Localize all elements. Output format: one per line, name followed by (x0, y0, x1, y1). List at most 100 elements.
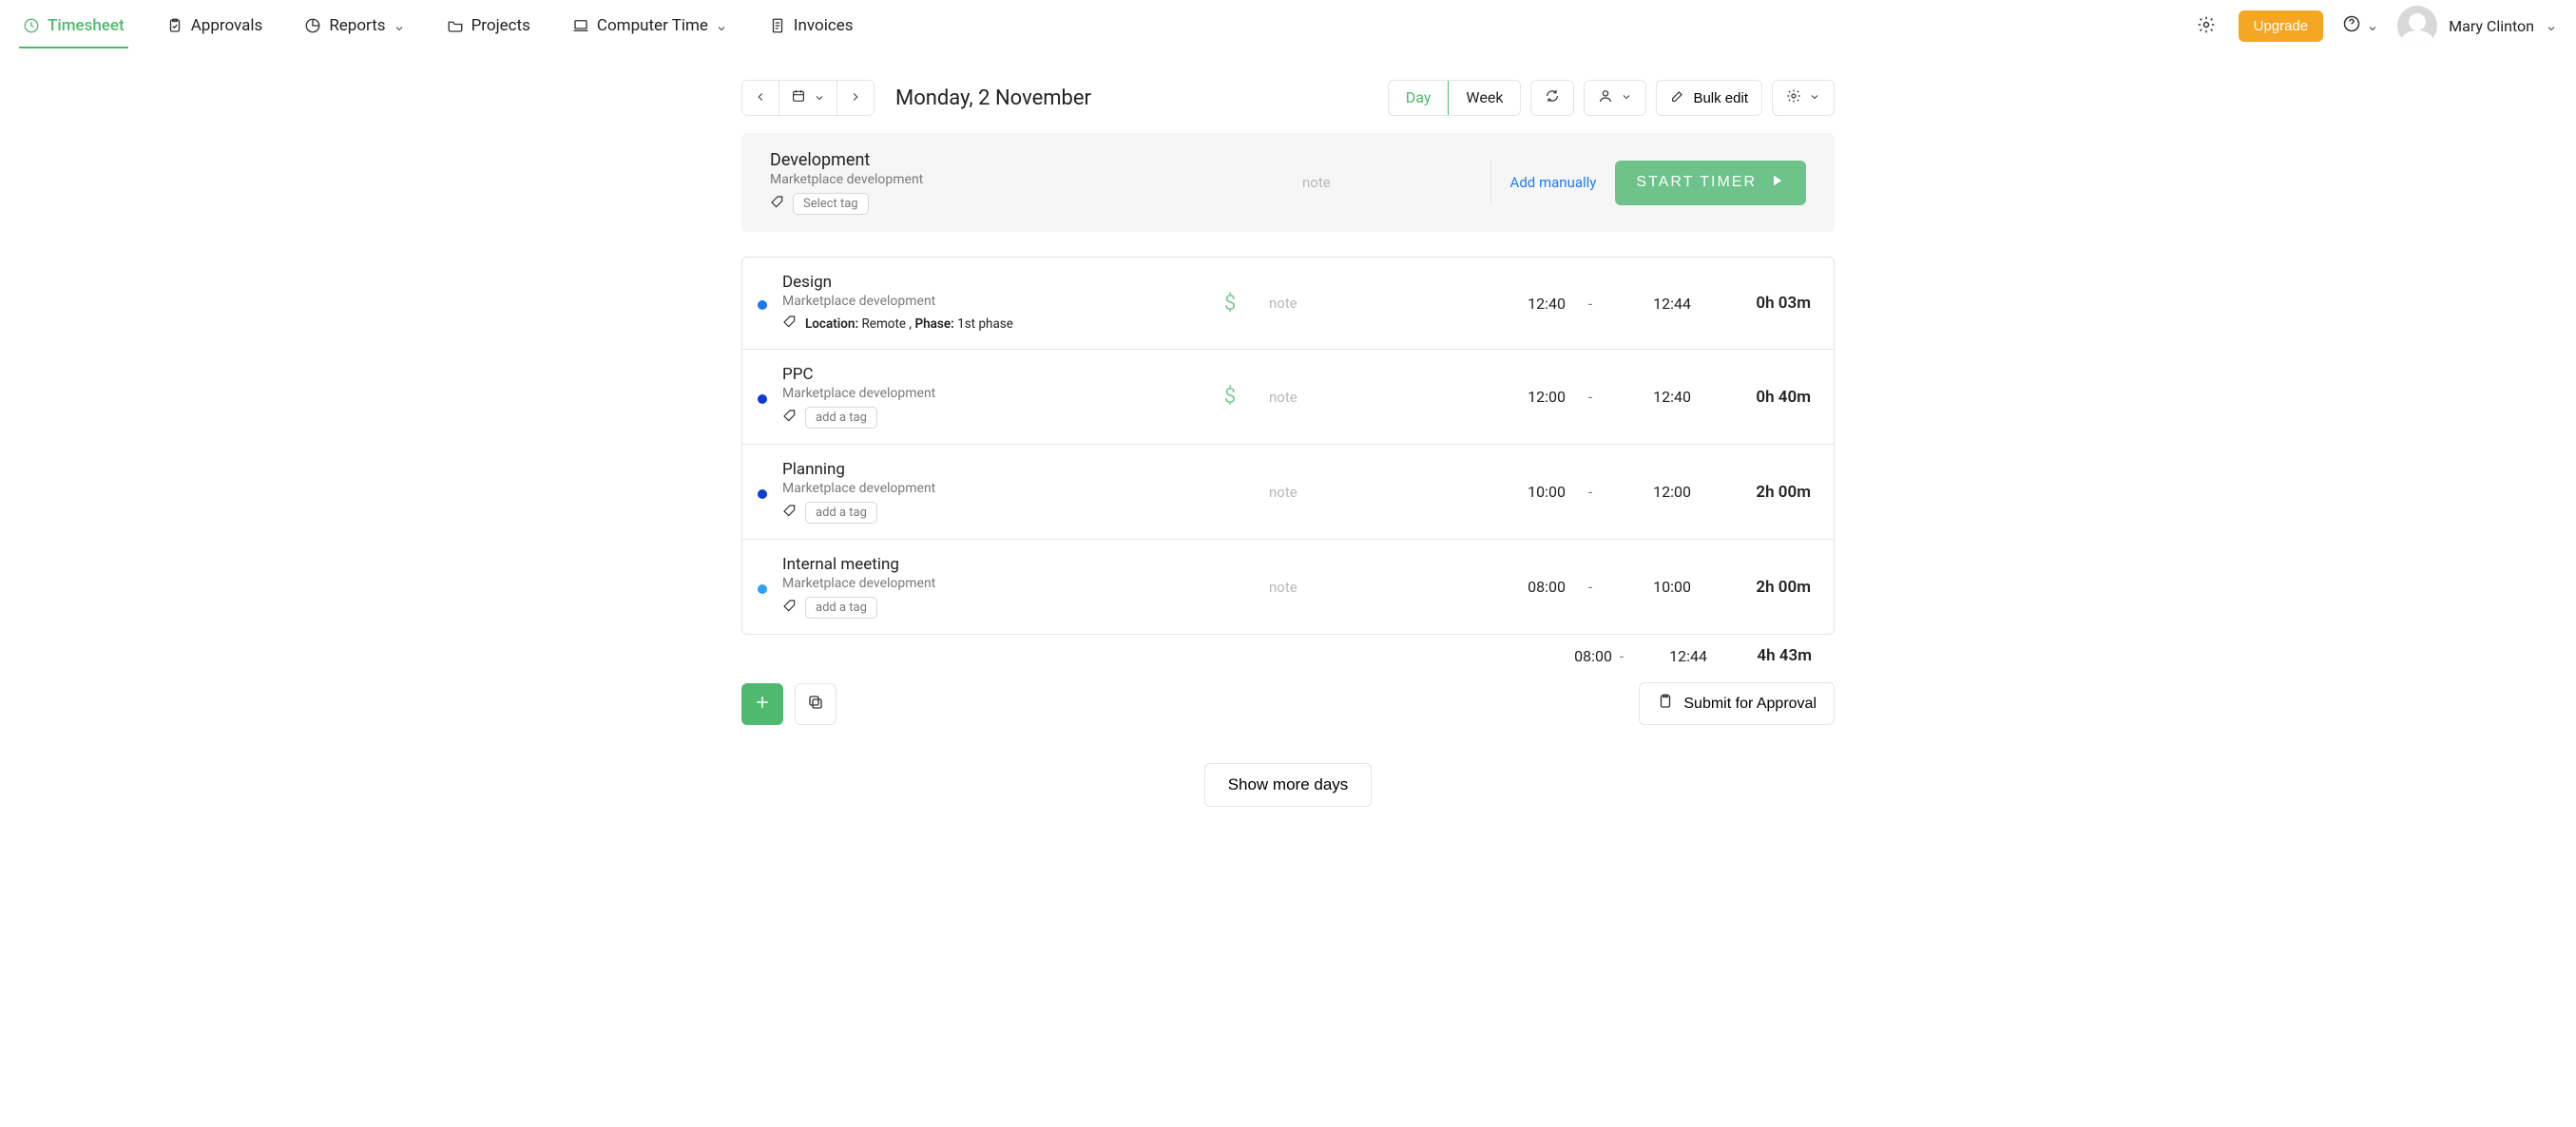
entry-end[interactable]: 12:44 (1615, 295, 1691, 313)
gear-icon (2197, 15, 2216, 37)
edit-icon (1670, 88, 1685, 107)
entry-tags: add a tag (782, 597, 1191, 619)
add-manually-link[interactable]: Add manually (1510, 174, 1597, 191)
chevron-down-icon (2546, 20, 2557, 31)
entry-duration[interactable]: 2h 00m (1706, 578, 1811, 597)
nav-projects-label: Projects (471, 16, 530, 35)
refresh-icon (1545, 88, 1560, 107)
user-menu[interactable]: Mary Clinton (2397, 6, 2557, 46)
entry-start[interactable]: 12:00 (1490, 388, 1566, 406)
nav-right: Upgrade Mary Clinton (2193, 6, 2557, 46)
copy-day-button[interactable] (795, 683, 836, 725)
add-tag-chip[interactable]: add a tag (805, 597, 877, 619)
view-week[interactable]: Week (1448, 81, 1520, 115)
show-more-row: Show more days (741, 763, 1835, 807)
add-entry-button[interactable] (741, 683, 783, 725)
bulk-edit-label: Bulk edit (1693, 90, 1748, 106)
chevron-right-icon (849, 89, 862, 107)
start-timer-button[interactable]: START TIMER (1615, 161, 1806, 205)
pie-chart-icon (304, 17, 321, 34)
billable-col: $ (1206, 385, 1254, 409)
nav-projects[interactable]: Projects (443, 3, 534, 48)
entry-end[interactable]: 12:00 (1615, 483, 1691, 501)
nav-approvals[interactable]: Approvals (163, 3, 267, 48)
entry-task: Internal meeting (782, 555, 1191, 574)
time-entry-row[interactable]: DesignMarketplace developmentLocation: R… (742, 258, 1834, 350)
chevron-down-icon (1809, 90, 1820, 106)
chevron-down-icon (1621, 90, 1632, 106)
view-day[interactable]: Day (1388, 80, 1450, 116)
refresh-button[interactable] (1530, 80, 1574, 116)
prev-day-button[interactable] (742, 81, 779, 115)
dollar-icon[interactable]: $ (1224, 385, 1236, 409)
entry-tags: add a tag (782, 502, 1191, 524)
user-filter-button[interactable] (1584, 80, 1646, 116)
entry-duration[interactable]: 0h 03m (1706, 294, 1811, 313)
entry-main: PPCMarketplace developmentadd a tag (782, 365, 1191, 429)
divider (1490, 160, 1491, 205)
top-nav: Timesheet Approvals Reports Projects (0, 0, 2576, 51)
more-menu-button[interactable] (1772, 80, 1835, 116)
show-more-button[interactable]: Show more days (1204, 763, 1373, 807)
nav-reports[interactable]: Reports (300, 3, 408, 48)
date-picker-button[interactable] (779, 81, 836, 115)
dollar-icon[interactable]: $ (1224, 292, 1236, 315)
entry-end[interactable]: 12:40 (1615, 388, 1691, 406)
entry-main: PlanningMarketplace developmentadd a tag (782, 460, 1191, 524)
entry-start[interactable]: 08:00 (1490, 578, 1566, 596)
add-tag-chip[interactable]: add a tag (805, 407, 877, 429)
settings-button[interactable] (2193, 11, 2220, 41)
entry-tags-text: Location: Remote , Phase: 1st phase (805, 316, 1013, 332)
help-icon (2342, 14, 2361, 37)
nav-approvals-label: Approvals (191, 16, 263, 35)
entry-tags: Location: Remote , Phase: 1st phase (782, 315, 1191, 334)
entry-main: DesignMarketplace developmentLocation: R… (782, 273, 1191, 334)
nav-invoices-label: Invoices (794, 16, 854, 35)
next-day-button[interactable] (836, 81, 874, 115)
add-tag-chip[interactable]: add a tag (805, 502, 877, 524)
total-dash: - (1612, 647, 1631, 665)
entry-end[interactable]: 10:00 (1615, 578, 1691, 596)
entry-duration[interactable]: 2h 00m (1706, 483, 1811, 502)
entry-project: Marketplace development (782, 386, 1191, 401)
tag-icon (782, 599, 798, 618)
nav-timesheet-label: Timesheet (48, 16, 125, 35)
select-tag-chip[interactable]: Select tag (793, 193, 869, 215)
plus-icon (753, 693, 772, 715)
entry-note[interactable]: note (1269, 295, 1474, 312)
entry-note[interactable]: note (1269, 389, 1474, 406)
entry-project: Marketplace development (782, 576, 1191, 591)
entry-note[interactable]: note (1269, 579, 1474, 596)
entry-start[interactable]: 10:00 (1490, 483, 1566, 501)
submit-approval-label: Submit for Approval (1683, 696, 1817, 713)
upgrade-button[interactable]: Upgrade (2239, 10, 2324, 42)
time-dash: - (1581, 295, 1600, 313)
nav-invoices[interactable]: Invoices (765, 3, 857, 48)
time-dash: - (1581, 483, 1600, 501)
time-entry-row[interactable]: Internal meeting Marketplace development a… (742, 540, 1834, 634)
entry-duration[interactable]: 0h 40m (1706, 388, 1811, 407)
help-menu[interactable] (2342, 14, 2378, 37)
new-entry-note[interactable]: note (1302, 174, 1471, 191)
new-entry-project: Marketplace development (770, 172, 1283, 187)
tag-icon (770, 195, 785, 214)
time-entry-row[interactable]: PlanningMarketplace developmentadd a tag… (742, 445, 1834, 540)
total-duration: 4h 43m (1707, 646, 1812, 665)
tag-icon (782, 315, 798, 334)
total-start: 08:00 (1536, 647, 1612, 665)
new-entry-task-area[interactable]: Development Marketplace development Sele… (770, 150, 1283, 215)
project-color-dot (758, 489, 767, 499)
chevron-down-icon (716, 20, 727, 31)
clipboard-icon (1657, 693, 1674, 715)
submit-approval-button[interactable]: Submit for Approval (1639, 682, 1835, 725)
new-entry-tag-row: Select tag (770, 193, 1283, 215)
gear-icon (1786, 88, 1801, 107)
nav-computer-time[interactable]: Computer Time (568, 3, 731, 48)
bulk-edit-button[interactable]: Bulk edit (1656, 80, 1762, 116)
time-entry-row[interactable]: PPCMarketplace developmentadd a tag$note… (742, 350, 1834, 445)
start-timer-label: START TIMER (1636, 174, 1757, 191)
nav-timesheet[interactable]: Timesheet (19, 3, 128, 48)
entry-task: Planning (782, 460, 1191, 479)
entry-start[interactable]: 12:40 (1490, 295, 1566, 313)
entry-note[interactable]: note (1269, 484, 1474, 501)
